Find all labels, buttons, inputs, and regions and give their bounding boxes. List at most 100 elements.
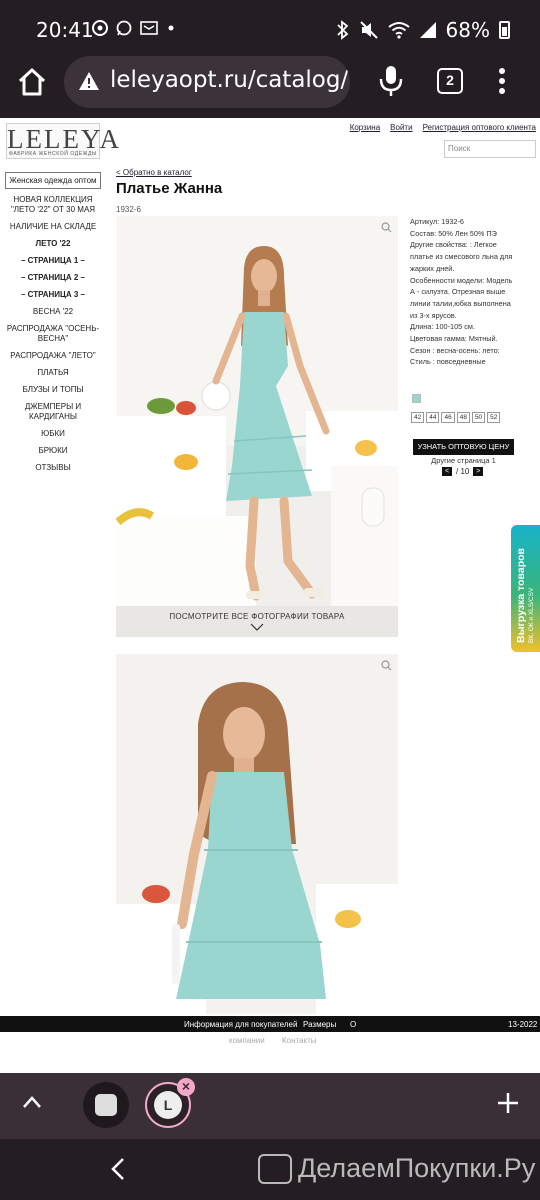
microphone-icon[interactable]	[375, 63, 407, 99]
url-text[interactable]: leleyaopt.ru/catalog/no	[110, 67, 350, 93]
top-links: Корзина Войти Регистрация оптового клиен…	[350, 123, 536, 132]
home-icon[interactable]	[14, 64, 50, 100]
tab-chip-active[interactable]: L ×	[145, 1078, 195, 1128]
pager: < / 10 >	[442, 467, 484, 476]
detail-style: Стиль : повседневные	[410, 357, 486, 367]
battery-percent: 68%	[445, 18, 490, 42]
footer-link-contacts[interactable]: Контакты	[282, 1036, 317, 1045]
zoom-icon[interactable]	[381, 222, 392, 233]
sidebar-header[interactable]: Женская одежда оптом	[5, 172, 101, 189]
wallet-icon	[95, 1094, 117, 1116]
dot-icon	[168, 25, 174, 31]
footer-link-company[interactable]: компании	[229, 1036, 265, 1045]
chevron-down-icon[interactable]	[250, 623, 264, 631]
product-sku: 1932-6	[116, 205, 141, 214]
sidebar-item[interactable]: ЛЕТО '22	[5, 239, 101, 249]
login-link[interactable]: Войти	[390, 123, 412, 132]
sidebar-item[interactable]: – СТРАНИЦА 1 –	[5, 256, 101, 266]
color-swatch[interactable]	[412, 394, 421, 403]
dress-photo-illustration-2	[116, 654, 398, 1014]
footer-copyright: 13-2022	[508, 1020, 538, 1029]
size-option[interactable]: 42	[411, 412, 425, 423]
site-logo[interactable]: LELEYA ФАБРИКА ЖЕНСКОЙ ОДЕЖДЫ	[6, 123, 121, 159]
pager-text: / 10	[456, 467, 470, 476]
site-favicon-icon: L	[154, 1091, 182, 1119]
product-photo-secondary[interactable]	[116, 654, 398, 1014]
sidebar-item[interactable]: – СТРАНИЦА 2 –	[5, 273, 101, 283]
tab-switcher-button[interactable]: 2	[437, 68, 463, 94]
sidebar-item[interactable]: ОТЗЫВЫ	[5, 463, 101, 473]
size-option[interactable]: 50	[471, 412, 486, 423]
catalog-sidebar: Женская одежда оптом НОВАЯ КОЛЛЕКЦИЯ "ЛЕ…	[5, 172, 101, 480]
other-pages-label: Другие страница 1	[431, 456, 496, 465]
export-tab-subtitle: ВК, ОК и XLS/CSV	[528, 587, 535, 643]
sidebar-item[interactable]: ВЕСНА '22	[5, 307, 101, 317]
cart-link[interactable]: Корзина	[350, 123, 380, 132]
size-list: 42 44 46 48 50 52	[411, 412, 501, 423]
detail-color: Цветовая гамма: Мятный.	[410, 334, 498, 344]
sidebar-item[interactable]: БРЮКИ	[5, 446, 101, 456]
battery-icon	[499, 21, 510, 39]
detail-properties: Другие свойства: : Легкое платье из смес…	[410, 240, 513, 273]
sidebar-item[interactable]: НОВАЯ КОЛЛЕКЦИЯ "ЛЕТО '22" ОТ 30 МАЯ	[5, 195, 101, 215]
status-time: 20:41	[36, 18, 94, 42]
bluetooth-icon	[336, 20, 348, 40]
size-option[interactable]: 48	[456, 412, 470, 423]
zoom-icon[interactable]	[381, 660, 392, 671]
signal-icon	[419, 22, 436, 38]
sidebar-items: НОВАЯ КОЛЛЕКЦИЯ "ЛЕТО '22" ОТ 30 МАЯ НАЛИ…	[5, 195, 101, 473]
prev-page-button[interactable]: <	[442, 467, 452, 476]
watermark-logo-icon	[258, 1153, 292, 1184]
mute-icon	[359, 21, 378, 39]
size-option[interactable]: 52	[487, 412, 501, 423]
wholesale-price-button[interactable]: УЗНАТЬ ОПТОВУЮ ЦЕНУ	[413, 439, 514, 455]
new-tab-icon[interactable]	[496, 1091, 520, 1115]
sidebar-item[interactable]: ДЖЕМПЕРЫ И КАРДИГАНЫ	[5, 402, 101, 422]
web-page: LELEYA ФАБРИКА ЖЕНСКОЙ ОДЕЖДЫ Корзина Во…	[0, 118, 540, 1073]
dress-photo-illustration	[116, 216, 398, 637]
chrome-icon	[92, 20, 108, 36]
notification-icons	[92, 20, 176, 36]
watermark-text: ДелаемПокупки.Ру	[298, 1153, 536, 1183]
tab-chip-wallet[interactable]	[83, 1082, 129, 1128]
back-to-catalog-link[interactable]: < Обратно в каталог	[116, 168, 192, 177]
export-products-tab[interactable]: Выгрузка товаров ВК, ОК и XLS/CSV	[511, 525, 540, 652]
whatsapp-icon	[116, 20, 132, 36]
sidebar-item[interactable]: – СТРАНИЦА 3 –	[5, 290, 101, 300]
browser-toolbar: leleyaopt.ru/catalog/no 2	[0, 56, 540, 118]
detail-season: Сезон : весна-осень: лето:	[410, 345, 500, 355]
product-photo-main[interactable]: ПОСМОТРИТЕ ВСЕ ФОТОГРАФИИ ТОВАРА	[116, 216, 398, 637]
size-option[interactable]: 46	[441, 412, 455, 423]
sidebar-item[interactable]: НАЛИЧИЕ НА СКЛАДЕ	[5, 222, 101, 232]
register-link[interactable]: Регистрация оптового клиента	[423, 123, 536, 132]
logo-tagline: ФАБРИКА ЖЕНСКОЙ ОДЕЖДЫ	[9, 151, 97, 157]
back-icon[interactable]	[110, 1157, 126, 1181]
more-menu-icon[interactable]	[492, 66, 512, 96]
footer-link-sizes[interactable]: Размеры	[303, 1020, 336, 1029]
sidebar-item[interactable]: РАСПРОДАЖА "ЛЕТО"	[5, 351, 101, 361]
footer-bar: Информация для покупателей Размеры О 13-…	[0, 1016, 540, 1032]
chevron-up-icon[interactable]	[22, 1095, 42, 1109]
next-page-button[interactable]: >	[473, 467, 484, 476]
warning-icon[interactable]	[78, 70, 100, 92]
footer-link-about[interactable]: О	[350, 1020, 356, 1029]
logo-brand: LELEYA	[7, 124, 121, 154]
size-option[interactable]: 44	[426, 412, 440, 423]
close-tab-icon[interactable]: ×	[177, 1078, 195, 1096]
watermark: ДелаемПокупки.Ру	[258, 1153, 535, 1184]
view-all-photos-link[interactable]: ПОСМОТРИТЕ ВСЕ ФОТОГРАФИИ ТОВАРА	[116, 612, 398, 621]
system-icons: 68%	[336, 18, 510, 42]
sidebar-item[interactable]: РАСПРОДАЖА "ОСЕНЬ-ВЕСНА"	[5, 324, 101, 344]
url-bar[interactable]: leleyaopt.ru/catalog/no	[64, 56, 350, 108]
sidebar-item[interactable]: ПЛАТЬЯ	[5, 368, 101, 378]
status-bar: 20:41 68%	[0, 0, 540, 56]
search-input[interactable]: Поиск	[444, 140, 536, 158]
bottom-tab-bar: L ×	[0, 1073, 540, 1139]
product-title: Платье Жанна	[116, 180, 223, 197]
product-details: Артикул: 1932-6 Состав: 50% Лен 50% ПЭ Д…	[410, 216, 518, 368]
wifi-icon	[387, 22, 410, 39]
sidebar-item[interactable]: БЛУЗЫ И ТОПЫ	[5, 385, 101, 395]
footer-link-info[interactable]: Информация для покупателей	[184, 1020, 297, 1029]
sidebar-item[interactable]: ЮБКИ	[5, 429, 101, 439]
detail-length: Длина: 100-105 см.	[410, 322, 475, 332]
